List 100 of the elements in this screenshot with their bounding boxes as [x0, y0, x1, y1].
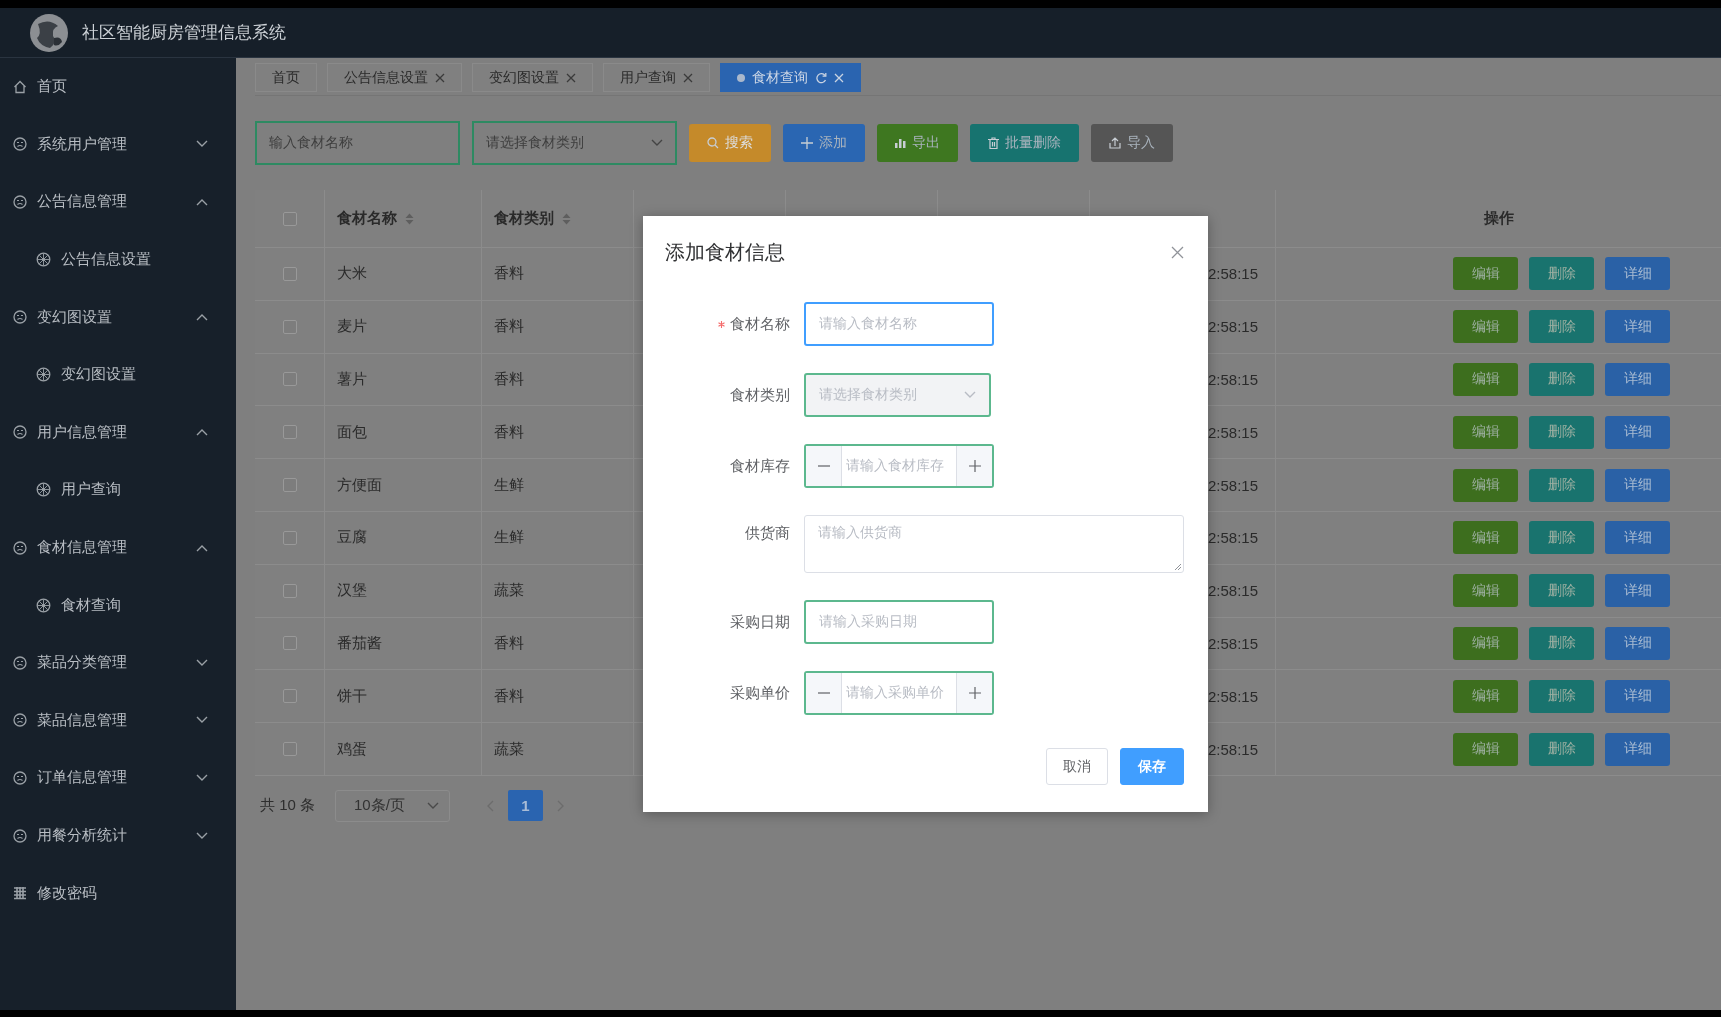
delete-button[interactable]: 删除 [1529, 626, 1594, 660]
checkbox[interactable] [282, 266, 297, 281]
number-field[interactable]: 请输入采购单价 [804, 671, 994, 715]
checkbox[interactable] [282, 583, 297, 598]
edit-button[interactable]: 编辑 [1453, 679, 1518, 713]
decrement-button[interactable] [806, 673, 842, 713]
edit-button[interactable]: 编辑 [1453, 732, 1518, 766]
checkbox[interactable] [282, 689, 297, 704]
detail-button[interactable]: 详细 [1605, 626, 1670, 660]
table-cell: 香料 [482, 617, 634, 670]
delete-button[interactable]: 删除 [1529, 415, 1594, 449]
checkbox[interactable] [282, 478, 297, 493]
table-cell: 香料 [482, 670, 634, 723]
circle-icon [13, 655, 27, 670]
add-button[interactable]: 添加 [783, 123, 865, 162]
delete-button[interactable]: 删除 [1529, 521, 1594, 555]
checkbox[interactable] [282, 211, 297, 226]
edit-button[interactable]: 编辑 [1453, 521, 1518, 555]
detail-button[interactable]: 详细 [1605, 363, 1670, 396]
edit-button[interactable]: 编辑 [1453, 574, 1518, 608]
search-field[interactable]: 输入食材名称 [255, 120, 460, 165]
table-cell: 面包 [325, 406, 482, 459]
refresh-icon[interactable] [815, 71, 827, 84]
import-button[interactable]: 导入 [1091, 123, 1173, 162]
checkbox[interactable] [282, 636, 297, 651]
menu-item[interactable]: 修改密码 [0, 864, 236, 922]
delete-button[interactable]: 删除 [1529, 574, 1594, 608]
delete-button[interactable]: 删除 [1529, 468, 1594, 502]
table-cell: 大米 [325, 248, 482, 300]
field-label: 食材类别 [730, 385, 790, 405]
checkbox[interactable] [282, 425, 297, 440]
menu-item[interactable]: 订单信息管理 [0, 749, 236, 807]
number-field[interactable]: 请输入食材库存 [804, 444, 994, 488]
increment-button[interactable] [956, 446, 992, 486]
page-number[interactable]: 1 [508, 790, 544, 822]
detail-button[interactable]: 详细 [1605, 415, 1670, 449]
tab[interactable]: 公告信息设置 [327, 63, 462, 92]
decrement-button[interactable] [806, 446, 842, 486]
save-button[interactable]: 保存 [1120, 748, 1184, 785]
detail-button[interactable]: 详细 [1605, 468, 1670, 502]
field-label: 食材名称 [730, 314, 790, 334]
field-label: 食材库存 [730, 456, 790, 476]
menu-item[interactable]: 首页 [0, 58, 236, 116]
sort-icon[interactable] [405, 211, 414, 226]
detail-button[interactable]: 详细 [1605, 732, 1670, 766]
category-select[interactable]: 请选择食材类别 [472, 120, 677, 165]
cancel-button[interactable]: 取消 [1046, 748, 1108, 785]
menu-item[interactable]: 变幻图设置 [0, 288, 236, 346]
detail-button[interactable]: 详细 [1605, 310, 1670, 344]
detail-button[interactable]: 详细 [1605, 679, 1670, 713]
tab[interactable]: 首页 [255, 63, 317, 92]
delete-button[interactable]: 删除 [1529, 257, 1594, 291]
edit-button[interactable]: 编辑 [1453, 310, 1518, 344]
table-cell: 薯片 [325, 353, 482, 406]
checkbox[interactable] [282, 372, 297, 387]
export-button[interactable]: 导出 [877, 123, 958, 162]
edit-button[interactable]: 编辑 [1453, 415, 1518, 449]
tab[interactable]: 变幻图设置 [472, 63, 593, 92]
submenu-item[interactable]: 变幻图设置 [0, 345, 236, 404]
menu-item[interactable]: 菜品分类管理 [0, 633, 236, 692]
table-cell: 生鲜 [482, 512, 634, 564]
close-icon[interactable] [435, 72, 445, 83]
submenu-item[interactable]: 食材查询 [0, 576, 236, 634]
delete-button[interactable]: 删除 [1529, 363, 1594, 396]
edit-button[interactable]: 编辑 [1453, 468, 1518, 502]
checkbox[interactable] [282, 319, 297, 334]
submenu-item[interactable]: 用户查询 [0, 461, 236, 519]
delete-button[interactable]: 删除 [1529, 679, 1594, 713]
submenu-item[interactable]: 公告信息设置 [0, 230, 236, 289]
checkbox[interactable] [282, 742, 297, 757]
page-size-select[interactable]: 10条/页 [335, 789, 451, 822]
menu-item[interactable]: 系统用户管理 [0, 115, 236, 174]
input-field[interactable]: 请输入采购日期 [804, 600, 994, 644]
search-button[interactable]: 搜索 [689, 123, 771, 162]
input-field[interactable]: 请输入食材名称 [804, 302, 994, 346]
menu-item[interactable]: 菜品信息管理 [0, 691, 236, 750]
delete-button[interactable]: 删除 [1529, 732, 1594, 766]
tab[interactable]: 用户查询 [603, 63, 710, 92]
delete-button[interactable]: 批量删除 [970, 123, 1079, 162]
close-icon[interactable] [683, 72, 693, 83]
menu-item[interactable]: 食材信息管理 [0, 518, 236, 577]
text-area[interactable]: 请输入供货商 [804, 515, 1184, 573]
detail-button[interactable]: 详细 [1605, 257, 1670, 291]
checkbox[interactable] [282, 530, 297, 545]
menu-item[interactable]: 公告信息管理 [0, 173, 236, 231]
edit-button[interactable]: 编辑 [1453, 626, 1518, 660]
plus-icon [968, 687, 981, 699]
table-cell: 蔬菜 [482, 723, 634, 775]
close-icon[interactable] [1171, 245, 1184, 259]
close-icon[interactable] [566, 72, 576, 83]
detail-button[interactable]: 详细 [1605, 521, 1670, 555]
menu-item[interactable]: 用餐分析统计 [0, 806, 236, 865]
increment-button[interactable] [956, 673, 992, 713]
delete-button[interactable]: 删除 [1529, 310, 1594, 344]
edit-button[interactable]: 编辑 [1453, 257, 1518, 291]
sort-icon[interactable] [562, 211, 571, 226]
detail-button[interactable]: 详细 [1605, 574, 1670, 608]
tab[interactable]: 食材查询 [720, 63, 861, 92]
menu-item[interactable]: 用户信息管理 [0, 403, 236, 462]
edit-button[interactable]: 编辑 [1453, 363, 1518, 396]
